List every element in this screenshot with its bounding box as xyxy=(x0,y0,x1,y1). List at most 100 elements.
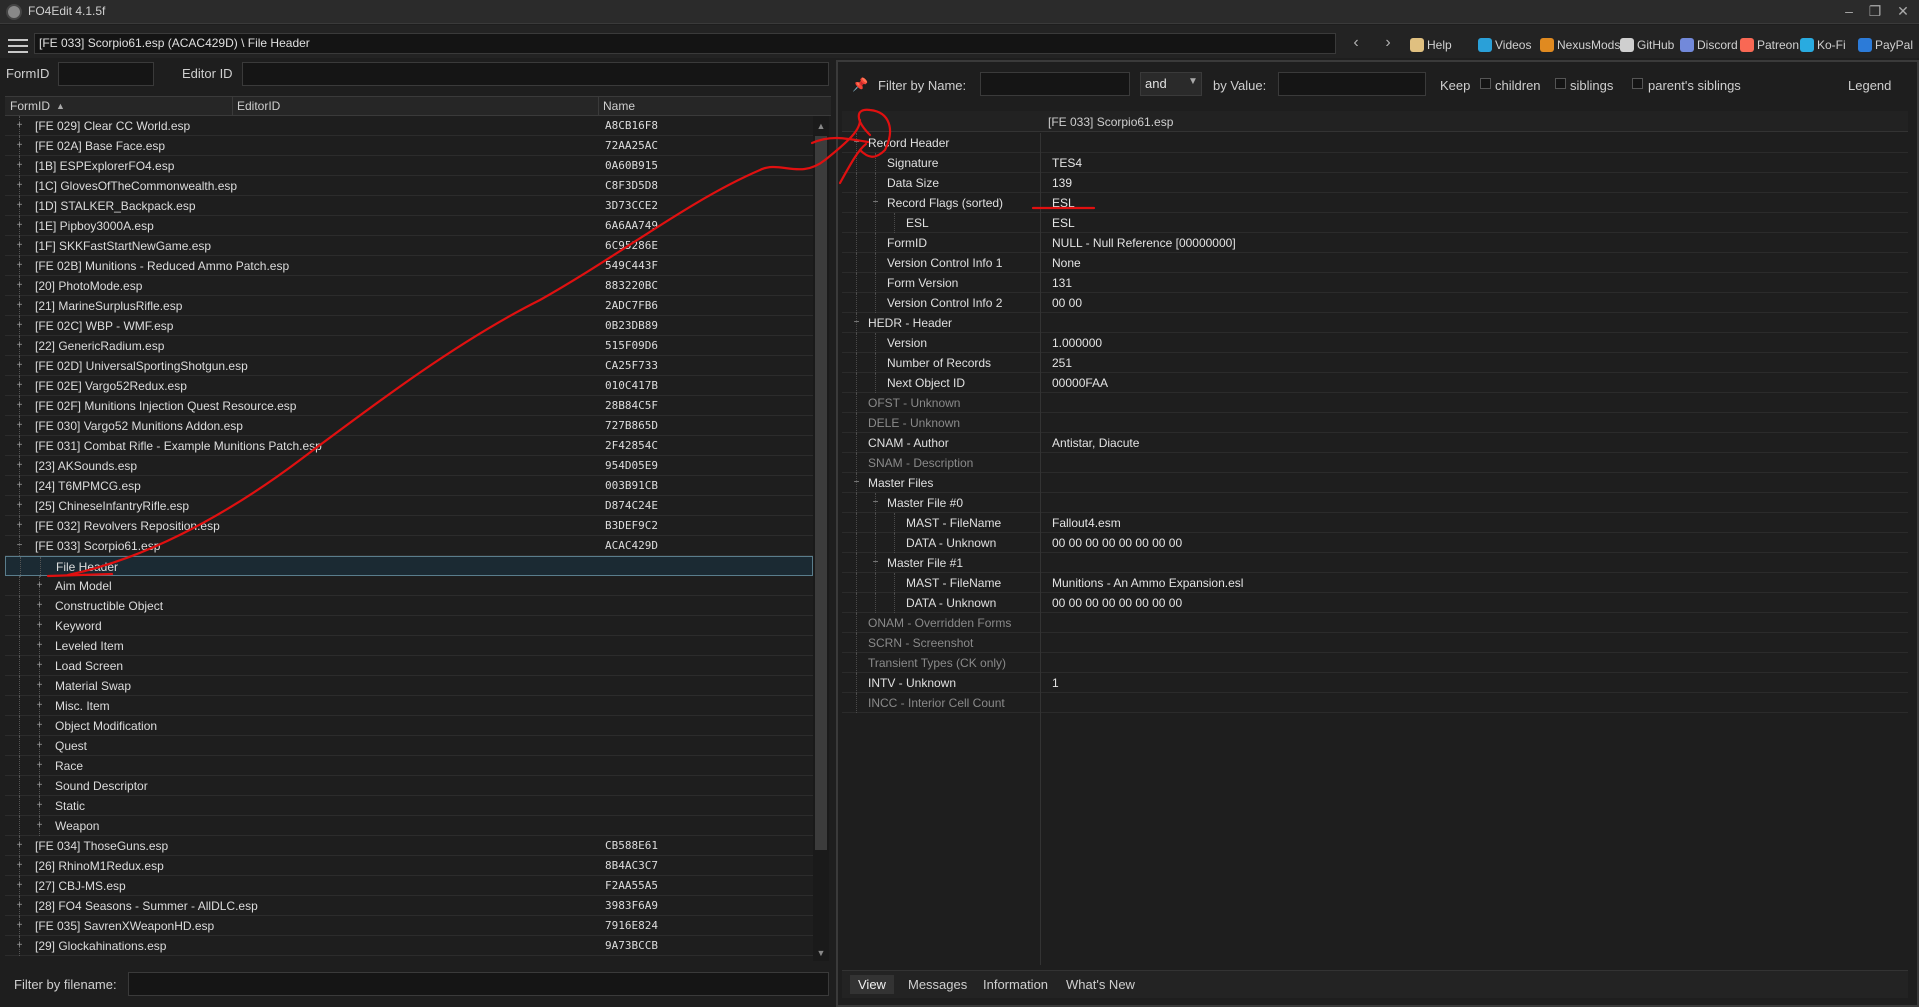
record-field-row[interactable]: − Master File #1 xyxy=(842,553,1908,573)
tab-what-s-new[interactable]: What's New xyxy=(1058,975,1143,994)
expand-icon[interactable]: + xyxy=(15,241,24,251)
plugin-row[interactable]: + [FE 02F] Munitions Injection Quest Reso… xyxy=(5,396,813,416)
record-field-row[interactable]: − Master File #0 xyxy=(842,493,1908,513)
editorid-input[interactable] xyxy=(242,62,829,86)
keep-siblings-checkbox[interactable] xyxy=(1555,78,1566,89)
record-field-row[interactable]: SCRN - Screenshot xyxy=(842,633,1908,653)
patreon-link[interactable]: Patreon xyxy=(1740,38,1799,54)
column-name[interactable]: Name xyxy=(603,99,635,113)
record-field-row[interactable]: DATA - Unknown 00 00 00 00 00 00 00 00 xyxy=(842,533,1908,553)
plugin-row[interactable]: + [FE 02A] Base Face.esp 72AA25AC xyxy=(5,136,813,156)
field-value[interactable]: NULL - Null Reference [00000000] xyxy=(1052,236,1236,250)
expand-icon[interactable]: + xyxy=(35,801,44,811)
plugin-row[interactable]: + [1B] ESPExplorerFO4.esp 0A60B915 xyxy=(5,156,813,176)
collapse-icon[interactable]: − xyxy=(852,138,861,148)
record-field-row[interactable]: Signature TES4 xyxy=(842,153,1908,173)
field-value[interactable]: 139 xyxy=(1052,176,1072,190)
field-value[interactable]: 00 00 00 00 00 00 00 00 xyxy=(1052,596,1182,610)
expand-icon[interactable]: + xyxy=(35,821,44,831)
keep-children-checkbox[interactable] xyxy=(1480,78,1491,89)
expand-icon[interactable]: + xyxy=(15,921,24,931)
expand-icon[interactable]: + xyxy=(15,521,24,531)
group-row[interactable]: + Quest xyxy=(5,736,813,756)
plugin-row[interactable]: + [FE 029] Clear CC World.esp A8CB16F8 xyxy=(5,116,813,136)
plugin-tree[interactable]: + [FE 029] Clear CC World.esp A8CB16F8 + [FE… xyxy=(5,116,813,961)
record-field-row[interactable]: ESL ESL xyxy=(842,213,1908,233)
record-field-row[interactable]: Form Version 131 xyxy=(842,273,1908,293)
record-field-row[interactable]: − Master Files xyxy=(842,473,1908,493)
plugin-row[interactable]: + [25] ChineseInfantryRifle.esp D874C24E xyxy=(5,496,813,516)
field-value[interactable]: 00 00 00 00 00 00 00 00 xyxy=(1052,536,1182,550)
field-value[interactable]: ESL xyxy=(1052,196,1075,210)
filter-filename-input[interactable] xyxy=(128,972,829,996)
record-field-row[interactable]: Transient Types (CK only) xyxy=(842,653,1908,673)
record-field-row[interactable]: SNAM - Description xyxy=(842,453,1908,473)
expand-icon[interactable]: + xyxy=(15,461,24,471)
expand-icon[interactable]: + xyxy=(15,261,24,271)
column-separator[interactable] xyxy=(232,96,233,116)
field-value[interactable]: TES4 xyxy=(1052,156,1082,170)
collapse-icon[interactable]: − xyxy=(852,478,861,488)
record-field-row[interactable]: MAST - FileName Munitions - An Ammo Expan… xyxy=(842,573,1908,593)
expand-icon[interactable]: + xyxy=(15,841,24,851)
expand-icon[interactable]: + xyxy=(15,201,24,211)
group-row[interactable]: + Aim Model xyxy=(5,576,813,596)
expand-icon[interactable]: + xyxy=(35,681,44,691)
record-field-row[interactable]: − Record Header xyxy=(842,133,1908,153)
forward-button[interactable]: › xyxy=(1380,34,1396,52)
expand-icon[interactable]: + xyxy=(35,621,44,631)
plugin-row[interactable]: + [20] PhotoMode.esp 883220BC xyxy=(5,276,813,296)
scroll-down-arrow[interactable]: ▼ xyxy=(813,945,829,961)
record-field-row[interactable]: Data Size 139 xyxy=(842,173,1908,193)
expand-icon[interactable]: + xyxy=(15,501,24,511)
field-value[interactable]: 251 xyxy=(1052,356,1072,370)
expand-icon[interactable]: + xyxy=(15,861,24,871)
expand-icon[interactable]: + xyxy=(15,221,24,231)
plugin-row[interactable]: + [FE 02D] UniversalSportingShotgun.esp CA… xyxy=(5,356,813,376)
keep-parent-siblings-checkbox[interactable] xyxy=(1632,78,1643,89)
filter-by-value-input[interactable] xyxy=(1278,72,1426,96)
group-row[interactable]: File Header xyxy=(5,556,813,577)
expand-icon[interactable]: + xyxy=(15,901,24,911)
expand-icon[interactable]: + xyxy=(35,761,44,771)
record-field-row[interactable]: Version 1.000000 xyxy=(842,333,1908,353)
expand-icon[interactable]: + xyxy=(35,641,44,651)
collapse-icon[interactable]: − xyxy=(871,558,880,568)
plugin-row[interactable]: + [29] Glockahinations.esp 9A73BCCB xyxy=(5,936,813,956)
expand-icon[interactable]: + xyxy=(15,181,24,191)
record-field-row[interactable]: Next Object ID 00000FAA xyxy=(842,373,1908,393)
expand-icon[interactable]: + xyxy=(15,121,24,131)
expand-icon[interactable]: + xyxy=(15,301,24,311)
expand-icon[interactable]: + xyxy=(15,381,24,391)
expand-icon[interactable]: + xyxy=(15,161,24,171)
plugin-row[interactable]: + [24] T6MPMCG.esp 003B91CB xyxy=(5,476,813,496)
record-field-row[interactable]: − Record Flags (sorted) ESL xyxy=(842,193,1908,213)
record-field-row[interactable]: INCC - Interior Cell Count xyxy=(842,693,1908,713)
pin-icon[interactable]: 📌 xyxy=(852,77,868,93)
collapse-icon[interactable]: − xyxy=(852,318,861,328)
collapse-icon[interactable]: − xyxy=(871,198,880,208)
collapse-icon[interactable]: − xyxy=(15,541,24,551)
expand-icon[interactable]: + xyxy=(35,601,44,611)
chevron-down-icon[interactable]: ▼ xyxy=(1188,76,1198,87)
record-field-row[interactable]: OFST - Unknown xyxy=(842,393,1908,413)
plugin-row[interactable]: + [27] CBJ-MS.esp F2AA55A5 xyxy=(5,876,813,896)
discord-link[interactable]: Discord xyxy=(1680,38,1738,54)
ko-fi-link[interactable]: Ko-Fi xyxy=(1800,38,1846,54)
plugin-row[interactable]: + [FE 034] ThoseGuns.esp CB588E61 xyxy=(5,836,813,856)
github-link[interactable]: GitHub xyxy=(1620,38,1674,54)
expand-icon[interactable]: + xyxy=(15,881,24,891)
expand-icon[interactable]: + xyxy=(35,721,44,731)
record-field-row[interactable]: Version Control Info 1 None xyxy=(842,253,1908,273)
plugin-row[interactable]: + [1F] SKKFastStartNewGame.esp 6C95286E xyxy=(5,236,813,256)
group-row[interactable]: + Static xyxy=(5,796,813,816)
tab-view[interactable]: View xyxy=(850,975,894,994)
plugin-row[interactable]: + [22] GenericRadium.esp 515F09D6 xyxy=(5,336,813,356)
tab-information[interactable]: Information xyxy=(975,975,1056,994)
expand-icon[interactable]: + xyxy=(35,701,44,711)
record-field-row[interactable]: INTV - Unknown 1 xyxy=(842,673,1908,693)
group-row[interactable]: + Load Screen xyxy=(5,656,813,676)
field-value[interactable]: 1 xyxy=(1052,676,1059,690)
record-field-row[interactable]: MAST - FileName Fallout4.esm xyxy=(842,513,1908,533)
expand-icon[interactable]: + xyxy=(15,321,24,331)
